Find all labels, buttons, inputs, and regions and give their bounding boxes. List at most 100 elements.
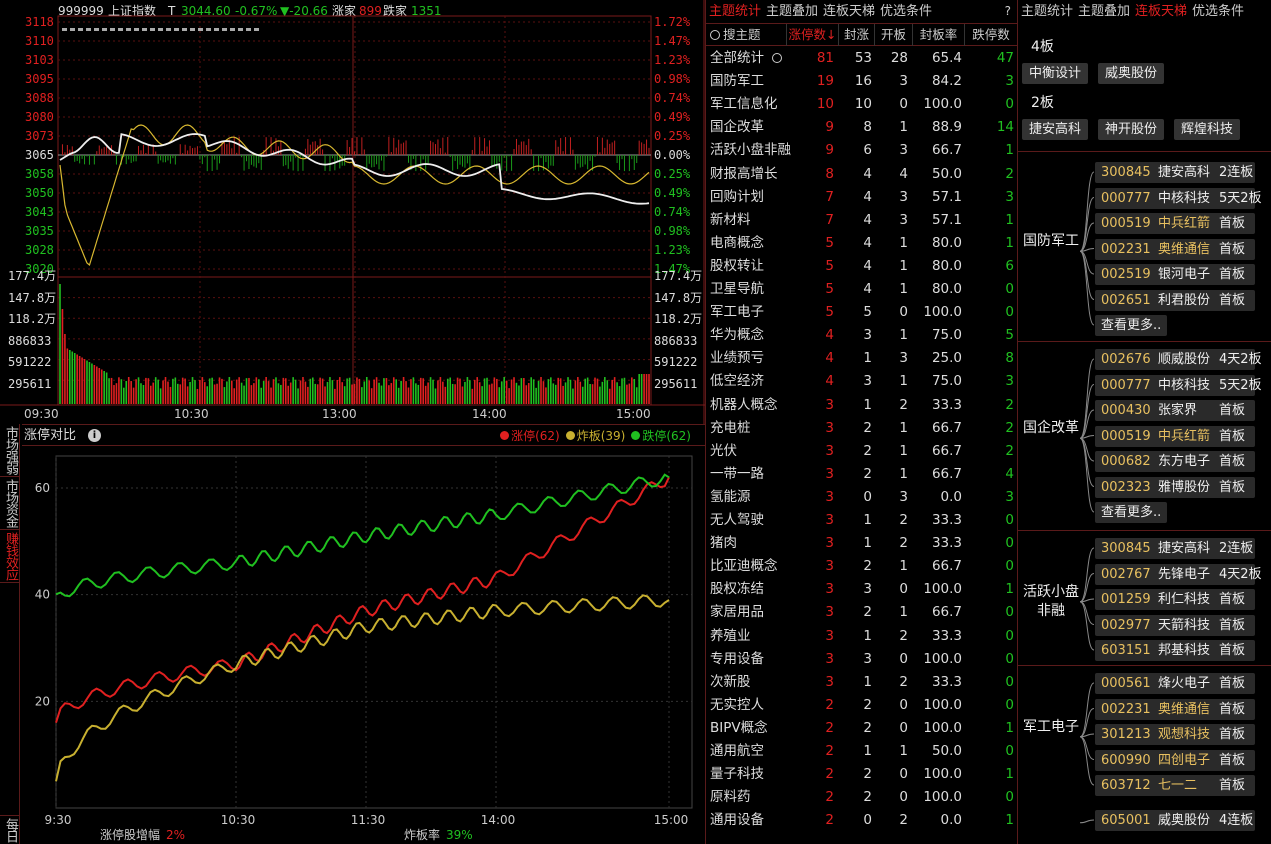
- table-row[interactable]: 国防军工 19 16 3 84.2 3: [706, 70, 1017, 93]
- table-row[interactable]: 股权冻结 3 3 0 100.0 1: [706, 578, 1017, 601]
- ladder-stock[interactable]: 002231 奥维通信 首板: [1095, 238, 1255, 260]
- help-icon[interactable]: ?: [1005, 4, 1011, 18]
- table-row[interactable]: 无人驾驶 3 1 2 33.3 0: [706, 509, 1017, 532]
- table-row[interactable]: 量子科技 2 2 0 100.0 1: [706, 763, 1017, 786]
- ladder-stock[interactable]: 000430 张家界 首板: [1095, 400, 1255, 421]
- ladder-stock[interactable]: 000777 中核科技 5天2板: [1095, 187, 1262, 209]
- table-row[interactable]: 充电桩 3 2 1 66.7 2: [706, 417, 1017, 440]
- side-tab-1[interactable]: 市场资金: [0, 477, 20, 530]
- limit-down-count: 5: [1005, 327, 1014, 344]
- table-row[interactable]: 猪肉 3 1 2 33.3 0: [706, 532, 1017, 555]
- ladder-stock-button[interactable]: 捷安高科: [1022, 119, 1089, 140]
- table-row[interactable]: 通用设备 2 0 2 0.0 1: [706, 809, 1017, 832]
- right-tab-0[interactable]: 主题统计: [1021, 4, 1073, 19]
- col-sealed[interactable]: 封涨: [838, 24, 874, 46]
- ladder-stock[interactable]: 002519 银河电子 首板: [1095, 264, 1255, 285]
- right-tab-2[interactable]: 连板天梯: [1135, 4, 1187, 19]
- ladder-stock[interactable]: 001259 利仁科技 首板: [1095, 589, 1255, 610]
- ladder-stock[interactable]: 603151 邦基科技 首板: [1095, 640, 1255, 661]
- view-more-button[interactable]: 查看更多..: [1095, 502, 1168, 523]
- ladder-stock-button[interactable]: 神开股份: [1098, 119, 1165, 140]
- col-limit-up[interactable]: 涨停数↓: [786, 24, 838, 46]
- ladder-stock[interactable]: 603712 七一二 首板: [1095, 775, 1255, 796]
- side-tab-2[interactable]: 赚钱效应: [0, 530, 20, 583]
- right-tab-1[interactable]: 主题叠加: [1078, 4, 1130, 19]
- table-row[interactable]: BIPV概念 2 2 0 100.0 1: [706, 717, 1017, 740]
- table-row[interactable]: 活跃小盘非融 9 6 3 66.7 1: [706, 139, 1017, 162]
- table-row[interactable]: 股权转让 5 4 1 80.0 6: [706, 255, 1017, 278]
- table-row[interactable]: 军工信息化 10 10 0 100.0 0: [706, 93, 1017, 116]
- table-row[interactable]: 氢能源 3 0 3 0.0 3: [706, 486, 1017, 509]
- table-row[interactable]: 军工电子 5 5 0 100.0 0: [706, 301, 1017, 324]
- right-tab-3[interactable]: 优选条件: [1192, 4, 1244, 19]
- ladder-stock-button[interactable]: 威奥股份: [1098, 63, 1165, 84]
- table-row[interactable]: 华为概念 4 3 1 75.0 5: [706, 324, 1017, 347]
- table-row[interactable]: 财报高增长 8 4 4 50.0 2: [706, 163, 1017, 186]
- table-row[interactable]: 家居用品 3 2 1 66.7 0: [706, 601, 1017, 624]
- table-row[interactable]: 原料药 2 2 0 100.0 0: [706, 786, 1017, 809]
- ladder-stock[interactable]: 002767 先锋电子 4天2板: [1095, 563, 1262, 585]
- ladder-stock[interactable]: 002676 顺威股份 4天2板: [1095, 349, 1262, 370]
- table-row[interactable]: 新材料 7 4 3 57.1 1: [706, 209, 1017, 232]
- pct-tick: 1.23%: [654, 53, 691, 67]
- table-row[interactable]: 专用设备 3 3 0 100.0 0: [706, 648, 1017, 671]
- ladder-stock[interactable]: 600990 四创电子 首板: [1095, 749, 1255, 771]
- stock-code: 300845: [1101, 541, 1151, 556]
- limit-down-count: 3: [1005, 188, 1014, 205]
- col-limit-down[interactable]: 跌停数: [964, 24, 1017, 46]
- table-row[interactable]: 全部统计 81 53 28 65.4 47: [706, 47, 1017, 70]
- stock-code: 301213: [1101, 727, 1151, 742]
- ladder-stock[interactable]: 301213 观想科技 首板: [1095, 724, 1255, 745]
- mid-tab-0[interactable]: 主题统计: [709, 4, 761, 19]
- ladder-stock[interactable]: 000561 烽火电子 首板: [1095, 673, 1255, 694]
- board-count: 首板: [1219, 676, 1246, 691]
- table-row[interactable]: 低空经济 4 3 1 75.0 3: [706, 370, 1017, 393]
- ladder-stock[interactable]: 000519 中兵红箭 首板: [1095, 213, 1255, 234]
- table-row[interactable]: 机器人概念 3 1 2 33.3 2: [706, 394, 1017, 417]
- ladder-stock[interactable]: 002323 雅博股份 首板: [1095, 476, 1255, 498]
- table-row[interactable]: 国企改革 9 8 1 88.9 14: [706, 116, 1017, 139]
- table-row[interactable]: 电商概念 5 4 1 80.0 1: [706, 232, 1017, 255]
- theme-name: 比亚迪概念: [710, 558, 778, 575]
- theme-search[interactable]: 搜主题: [706, 24, 786, 46]
- event-marker: [70, 28, 75, 31]
- ladder-stock[interactable]: 002231 奥维通信 首板: [1095, 698, 1255, 720]
- table-row[interactable]: 无实控人 2 2 0 100.0 0: [706, 694, 1017, 717]
- limit-up-count: 8: [825, 165, 834, 182]
- theme-name: 股权转让: [710, 257, 764, 274]
- limit-down-count: 0: [1005, 604, 1014, 621]
- table-row[interactable]: 回购计划 7 4 3 57.1 3: [706, 186, 1017, 209]
- table-row[interactable]: 光伏 3 2 1 66.7 2: [706, 440, 1017, 463]
- table-row[interactable]: 比亚迪概念 3 2 1 66.7 0: [706, 555, 1017, 578]
- intraday-chart[interactable]: [0, 0, 705, 424]
- info-icon[interactable]: i: [88, 429, 101, 442]
- ladder-stock[interactable]: 605001 威奥股份 4连板: [1095, 810, 1255, 831]
- ladder-stock[interactable]: 002651 利君股份 首板: [1095, 289, 1255, 311]
- mid-tab-2[interactable]: 连板天梯: [823, 4, 875, 19]
- col-seal-rate[interactable]: 封板率: [912, 24, 964, 46]
- col-opened[interactable]: 开板: [874, 24, 912, 46]
- ladder-stock[interactable]: 000682 东方电子 首板: [1095, 451, 1255, 472]
- mid-tab-3[interactable]: 优选条件: [880, 4, 932, 19]
- table-row[interactable]: 养殖业 3 1 2 33.3 0: [706, 625, 1017, 648]
- table-row[interactable]: 一带一路 3 2 1 66.7 4: [706, 463, 1017, 486]
- ladder-stock[interactable]: 002977 天箭科技 首板: [1095, 614, 1255, 636]
- circle-icon: [772, 53, 782, 63]
- table-row[interactable]: 通用航空 2 1 1 50.0 0: [706, 740, 1017, 763]
- table-row[interactable]: 业绩预亏 4 1 3 25.0 8: [706, 347, 1017, 370]
- pct-tick: 0.74%: [654, 91, 691, 105]
- ladder-stock-button[interactable]: 中衡设计: [1022, 63, 1089, 84]
- seal-rate: 33.3: [931, 396, 962, 413]
- view-more-button[interactable]: 查看更多..: [1095, 315, 1168, 336]
- ladder-stock[interactable]: 000777 中核科技 5天2板: [1095, 374, 1262, 396]
- table-row[interactable]: 次新股 3 1 2 33.3 0: [706, 671, 1017, 694]
- ladder-stock[interactable]: 300845 捷安高科 2连板: [1095, 162, 1255, 183]
- table-row[interactable]: 卫星导航 5 4 1 80.0 0: [706, 278, 1017, 301]
- side-tab-3[interactable]: 每日: [0, 815, 20, 844]
- ladder-stock[interactable]: 300845 捷安高科 2连板: [1095, 538, 1255, 559]
- ladder-stock[interactable]: 000519 中兵红箭 首板: [1095, 425, 1255, 447]
- ladder-stock-button[interactable]: 辉煌科技: [1174, 119, 1241, 140]
- opened-count: 3: [899, 188, 908, 205]
- mid-tab-1[interactable]: 主题叠加: [766, 4, 818, 19]
- side-tab-0[interactable]: 市场强弱: [0, 424, 20, 477]
